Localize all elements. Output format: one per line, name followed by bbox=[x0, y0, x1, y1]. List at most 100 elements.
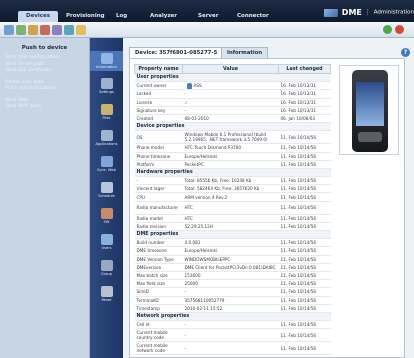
property-name-cell: OS bbox=[134, 130, 183, 145]
information-nav[interactable]: Information bbox=[90, 51, 123, 71]
export-icon[interactable] bbox=[64, 25, 74, 35]
stop-icon[interactable] bbox=[395, 25, 404, 34]
delete-icon[interactable] bbox=[40, 25, 50, 35]
table-row[interactable]: Current mobile network code -11. Feb 10/1… bbox=[134, 341, 331, 356]
tab-analyzer[interactable]: Analyzer bbox=[142, 11, 185, 22]
property-name-cell: Phone timezone bbox=[134, 152, 183, 161]
owner-name[interactable]: ASS bbox=[194, 83, 202, 88]
phone-buttons bbox=[358, 132, 382, 142]
settings-nav[interactable]: Settings bbox=[90, 78, 123, 94]
table-row[interactable]: Created 08-01-2010 06. Jan 10/06/03 bbox=[134, 114, 331, 124]
last-changed-cell: 16. Feb 10/13/31 bbox=[278, 106, 331, 115]
column-header-last-changed[interactable]: Last changed bbox=[278, 64, 331, 74]
property-name-cell: DMEversion bbox=[134, 263, 183, 272]
last-changed-cell: 11. Feb 10/14/56 bbox=[278, 176, 331, 186]
schedule-nav[interactable]: Schedule bbox=[90, 182, 123, 198]
users-icon bbox=[100, 234, 113, 245]
table-row[interactable]: SimID -11. Feb 10/14/56 bbox=[134, 287, 331, 297]
brand-area: DME | Administration bbox=[323, 8, 414, 20]
tab-connector[interactable]: Connector bbox=[229, 11, 277, 22]
files-nav[interactable]: Files bbox=[90, 104, 123, 120]
reset-nav[interactable]: Reset bbox=[90, 286, 123, 302]
last-changed-cell: 11. Feb 10/14/56 bbox=[278, 246, 331, 256]
property-value-cell: HTC Touch Diamond P3700 bbox=[182, 143, 279, 153]
dme-logo-icon bbox=[323, 8, 338, 17]
column-header-value[interactable]: Value bbox=[182, 64, 279, 74]
edit-icon[interactable] bbox=[16, 25, 26, 35]
last-changed-cell: 11. Feb 10/14/56 bbox=[278, 279, 331, 289]
property-name-cell: Unicent lager bbox=[134, 184, 183, 194]
property-value-cell: 4.0.081 bbox=[182, 238, 279, 248]
table-row[interactable]: Unicent lager Total: 582464 Kb, Free: 365… bbox=[134, 184, 331, 194]
property-value-cell: - bbox=[182, 106, 279, 115]
table-row[interactable]: Phone timezone Europe/Helsinki 11. Feb 10/… bbox=[134, 152, 331, 161]
table-row[interactable]: DME timezone Europe/Helsinki 11. Feb 10/14… bbox=[134, 246, 331, 256]
table-row[interactable]: Build number 4.0.081 11. Feb 10/14/56 bbox=[134, 238, 331, 248]
property-value-cell: Total: 582464 Kb, Free: 3657620 Kb bbox=[182, 184, 279, 194]
table-row[interactable]: Radio revision 52.29.25.12H 11. Feb 10/14/… bbox=[134, 222, 331, 232]
table-row[interactable]: - Total: 85556 Kb, Free: 10248 Kb 11. Feb … bbox=[134, 176, 331, 186]
folder-icon[interactable] bbox=[28, 25, 38, 35]
property-name-cell: SimID bbox=[134, 287, 183, 297]
information-label: Information bbox=[96, 65, 117, 69]
property-value-cell: DME Client for PocketPC(3vDn.0.081)DAIBC bbox=[182, 263, 279, 272]
send-wap-push-link[interactable]: Send WAP push bbox=[0, 104, 89, 111]
property-value-cell: 08-01-2010 bbox=[182, 114, 279, 124]
information-tab[interactable]: Information bbox=[221, 47, 269, 58]
tab-devices[interactable]: Devices bbox=[18, 11, 59, 22]
table-row[interactable]: TerminalID 357568110052779 11. Feb 10/14/5… bbox=[134, 296, 331, 305]
tab-server[interactable]: Server bbox=[190, 11, 226, 22]
property-value-cell: HTC bbox=[182, 201, 279, 215]
device-id-tab[interactable]: Device: 357f6801-085277-5 bbox=[129, 47, 224, 58]
table-row[interactable]: Radio manufacturer HTC 11. Feb 10/14/56 bbox=[134, 201, 331, 215]
table-row[interactable]: Timestamp 2010-02-11 15:52 11. Feb 10/14/5… bbox=[134, 304, 331, 313]
phone-screen bbox=[356, 82, 384, 126]
group-nav[interactable]: Group bbox=[90, 260, 123, 276]
property-value-cell: Total: 85556 Kb, Free: 10248 Kb bbox=[182, 176, 279, 186]
section-header-row: DME properties bbox=[134, 230, 331, 240]
table-row[interactable]: Locked -16. Feb 10/13/31 bbox=[134, 89, 331, 99]
property-value-cell: WINDOWSMOBILEPPC bbox=[182, 255, 279, 264]
section-title: Device properties bbox=[134, 122, 331, 132]
table-row[interactable]: Max batch size 153600 11. Feb 10/14/56 bbox=[134, 271, 331, 281]
tab-log[interactable]: Log bbox=[108, 11, 135, 22]
sw-nav[interactable]: SW bbox=[90, 208, 123, 224]
group-icon bbox=[100, 260, 113, 271]
last-changed-cell: 11. Feb 10/14/56 bbox=[278, 152, 331, 161]
help-icon[interactable]: ? bbox=[401, 48, 410, 57]
table-row[interactable]: OS Windows Mobile 6.1 Professional (build… bbox=[134, 130, 331, 145]
applications-nav[interactable]: Applications bbox=[90, 130, 123, 146]
last-changed-cell: 11. Feb 10/14/56 bbox=[278, 304, 331, 313]
property-name-cell: Build number bbox=[134, 238, 183, 248]
table-row[interactable]: Max field size 25000 11. Feb 10/14/56 bbox=[134, 279, 331, 289]
last-changed-cell: 06. Jan 10/06/03 bbox=[278, 114, 331, 124]
sync-web-label: Sync. Web bbox=[97, 168, 116, 172]
table-row[interactable]: License ✓ 16. Feb 10/13/31 bbox=[134, 98, 331, 107]
table-row[interactable]: Current mobile country code -11. Feb 10/1… bbox=[134, 328, 331, 343]
refresh-icon[interactable] bbox=[383, 25, 392, 34]
last-changed-cell: 11. Feb 10/14/56 bbox=[278, 296, 331, 305]
table-row[interactable]: CPU ARM version 4 Rev.2 11. Feb 10/14/56 bbox=[134, 192, 331, 202]
add-icon[interactable] bbox=[4, 25, 14, 35]
property-value-cell: ARM version 4 Rev.2 bbox=[182, 192, 279, 202]
table-row[interactable]: DME Version Type WINDOWSMOBILEPPC 11. Feb … bbox=[134, 255, 331, 264]
settings-icon bbox=[100, 78, 113, 89]
table-row[interactable]: Current owner ASS 16. Feb 10/13/31 bbox=[134, 81, 331, 91]
administration-menu[interactable]: Administration bbox=[374, 10, 414, 16]
table-row[interactable]: Phone model HTC Touch Diamond P3700 11. Fe… bbox=[134, 143, 331, 153]
sync-web-nav[interactable]: Sync. Web bbox=[90, 156, 123, 172]
table-row[interactable]: Platform PocketPC 11. Feb 10/14/56 bbox=[134, 160, 331, 169]
table-row[interactable]: Signature key -16. Feb 10/13/31 bbox=[134, 106, 331, 115]
users-nav[interactable]: Users bbox=[90, 234, 123, 250]
table-row[interactable]: DMEversion DME Client for PocketPC(3vDn.0… bbox=[134, 263, 331, 272]
table-row[interactable]: Radio model HTC 11. Feb 10/14/56 bbox=[134, 214, 331, 223]
schedule-icon bbox=[100, 182, 113, 193]
property-name-cell: Radio model bbox=[134, 214, 183, 223]
tab-provisioning[interactable]: Provisioning bbox=[58, 11, 113, 22]
group-icon[interactable] bbox=[52, 25, 62, 35]
table-row[interactable]: Cell id -11. Feb 10/14/56 bbox=[134, 320, 331, 330]
applications-icon bbox=[100, 130, 113, 141]
note-icon[interactable] bbox=[76, 25, 86, 35]
section-header-row: Device properties bbox=[134, 122, 331, 132]
column-header-property-name[interactable]: Property name bbox=[134, 64, 183, 74]
